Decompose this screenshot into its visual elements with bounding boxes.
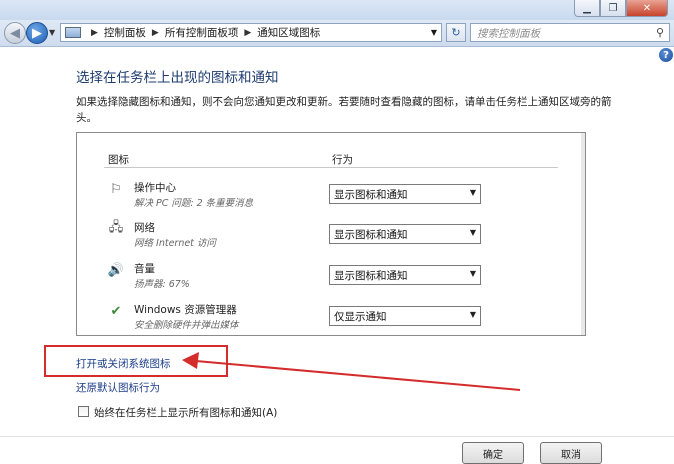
button-area-divider: [0, 436, 674, 437]
annotation-arrow-head: [182, 352, 199, 369]
annotation-arrow-line: [195, 360, 521, 391]
cancel-button[interactable]: 取消: [540, 442, 602, 464]
annotation-arrow: [182, 352, 521, 391]
ok-button[interactable]: 确定: [462, 442, 524, 464]
